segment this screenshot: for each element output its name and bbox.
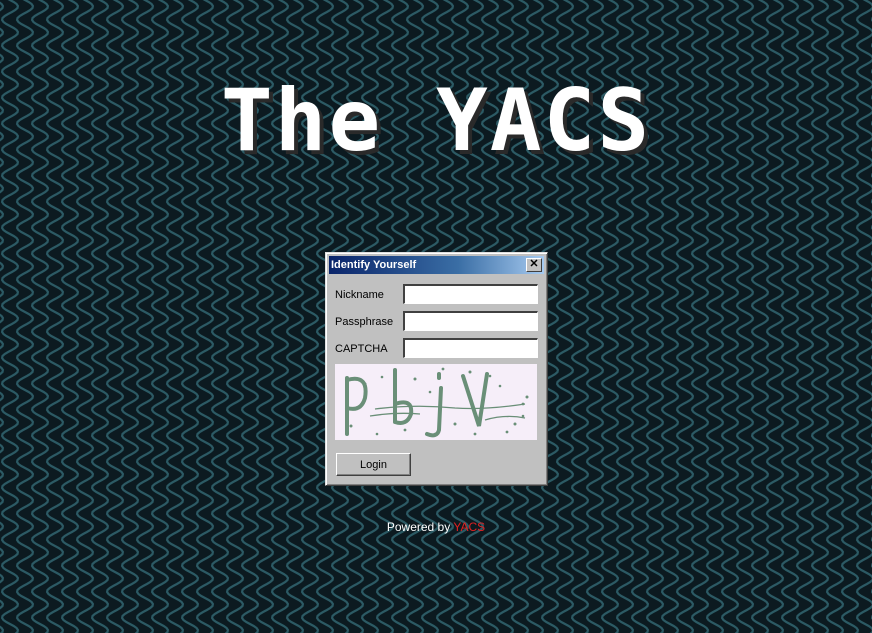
captcha-field[interactable] xyxy=(403,338,538,358)
nickname-label: Nickname xyxy=(335,289,384,301)
passphrase-label: Passphrase xyxy=(335,316,394,328)
login-dialog: Identify Yourself ✕ Nickname Passphrase … xyxy=(325,252,548,486)
passphrase-field[interactable] xyxy=(403,311,538,331)
footer: Powered by YACS xyxy=(0,520,872,535)
captcha-label: CAPTCHA xyxy=(335,343,388,355)
page-title: The YACS xyxy=(220,71,652,171)
nickname-field[interactable] xyxy=(403,284,538,304)
footer-yacs-link[interactable]: YACS xyxy=(453,520,485,534)
captcha-image xyxy=(335,364,537,440)
close-button[interactable]: ✕ xyxy=(526,258,542,272)
login-button[interactable]: Login xyxy=(336,453,411,476)
close-icon: ✕ xyxy=(529,258,539,270)
footer-prefix: Powered by xyxy=(386,520,451,534)
dialog-title: Identify Yourself xyxy=(331,259,417,271)
dialog-titlebar[interactable]: Identify Yourself ✕ xyxy=(329,256,544,274)
